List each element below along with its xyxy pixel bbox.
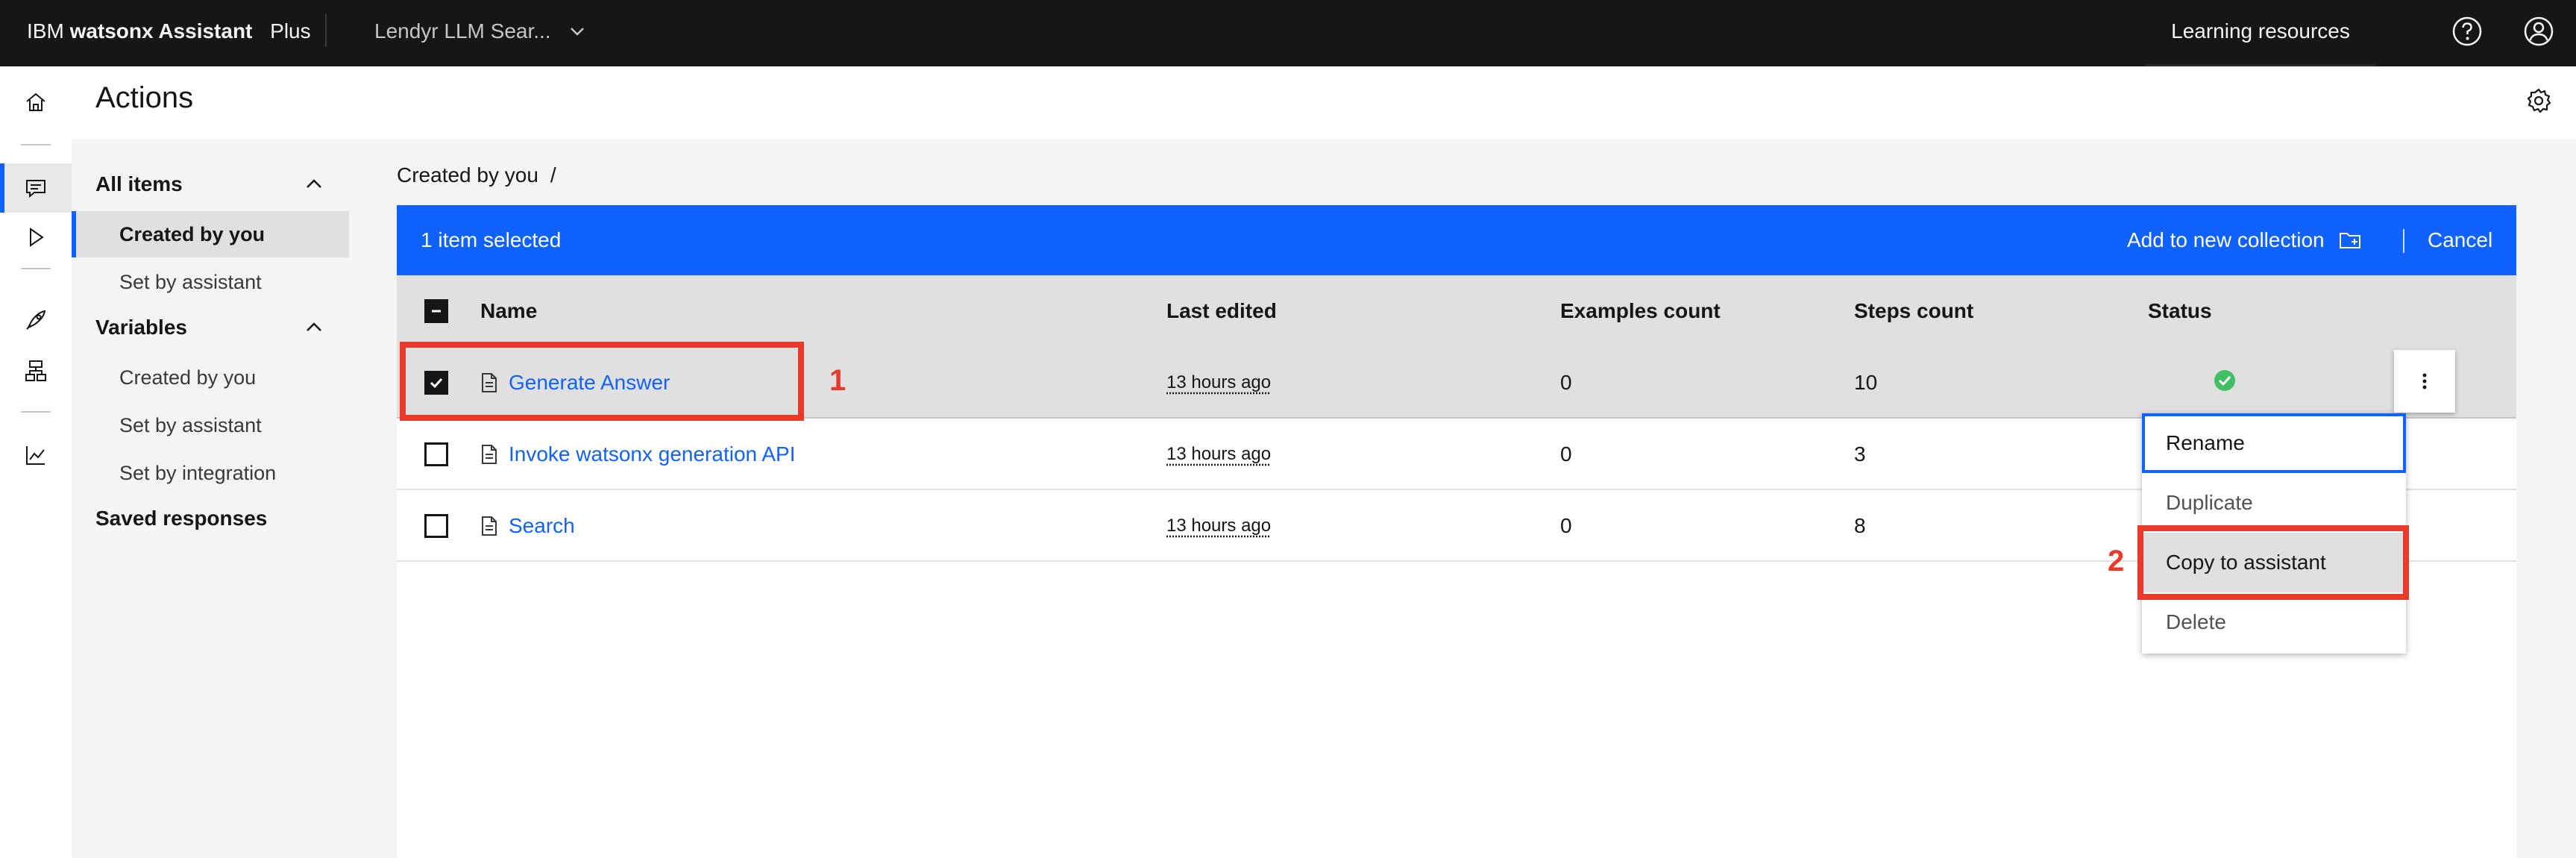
overflow-menu-vertical-icon <box>2422 373 2427 389</box>
steps-count: 3 <box>1854 442 1866 466</box>
last-edited-time: 13 hours ago <box>1166 444 1272 464</box>
nav-item-variables-set-by-assistant[interactable]: Set by assistant <box>72 402 349 448</box>
page-header: Actions <box>72 66 2576 140</box>
row-checkbox[interactable] <box>424 442 448 466</box>
actions-chat-icon[interactable] <box>21 173 51 203</box>
overflow-menu-button[interactable] <box>2394 350 2455 413</box>
row-checkbox[interactable] <box>424 514 448 538</box>
nav-section-variables[interactable]: Variables <box>95 316 187 339</box>
column-header-status[interactable]: Status <box>2148 275 2212 347</box>
left-nav-rail <box>0 66 72 858</box>
nav-item-variables-created-by-you[interactable]: Created by you <box>72 354 349 401</box>
document-icon <box>482 445 497 464</box>
annotation-highlight-box <box>400 342 804 421</box>
brand-company: IBM <box>27 19 64 43</box>
breadcrumb-separator: / <box>550 163 556 187</box>
folder-add-icon <box>2339 233 2360 248</box>
annotation-number: 1 <box>829 364 846 397</box>
chevron-up-icon[interactable] <box>303 173 325 195</box>
batch-action-bar: 1 item selected Add to new collection Ca… <box>397 205 2516 275</box>
add-to-new-collection-button[interactable]: Add to new collection <box>2127 205 2362 275</box>
page-title: Actions <box>95 81 194 114</box>
nav-item-created-by-you[interactable]: Created by you <box>72 211 349 257</box>
column-header-examples-count[interactable]: Examples count <box>1560 275 1721 347</box>
action-name: Invoke watsonx generation API <box>509 442 796 466</box>
annotation-highlight-box <box>2137 525 2409 600</box>
steps-count: 10 <box>1854 371 1878 394</box>
column-header-last-edited[interactable]: Last edited <box>1166 275 1277 347</box>
nav-item-variables-set-by-integration[interactable]: Set by integration <box>72 450 349 496</box>
user-avatar-icon[interactable] <box>2522 15 2555 48</box>
brand-plan: Plus <box>270 19 311 43</box>
table-header: Name Last edited Examples count Steps co… <box>397 275 2516 347</box>
menu-item-rename[interactable]: Rename <box>2142 413 2406 473</box>
examples-count: 0 <box>1560 371 1572 394</box>
nav-item-set-by-assistant[interactable]: Set by assistant <box>72 259 349 305</box>
breadcrumb-item[interactable]: Created by you <box>397 163 538 187</box>
steps-count: 8 <box>1854 514 1866 537</box>
examples-count: 0 <box>1560 442 1572 466</box>
menu-item-duplicate[interactable]: Duplicate <box>2142 473 2406 533</box>
actions-side-nav: All items Created by you Set by assistan… <box>72 140 349 858</box>
action-name-link[interactable]: Search <box>480 490 575 562</box>
checkmark-filled-icon <box>2214 370 2235 391</box>
analytics-chart-icon[interactable] <box>21 440 51 470</box>
annotation-number: 2 <box>2108 545 2125 577</box>
product-brand[interactable]: IBM watsonx Assistant Plus <box>27 0 311 66</box>
select-all-checkbox[interactable] <box>424 299 448 323</box>
gear-icon[interactable] <box>2525 87 2555 117</box>
menu-item-delete[interactable]: Delete <box>2142 592 2406 652</box>
breadcrumb: Created by you / <box>397 163 556 187</box>
rail-divider <box>21 268 51 269</box>
top-bar: IBM watsonx Assistant Plus Lendyr LLM Se… <box>0 0 2576 66</box>
chevron-up-icon[interactable] <box>303 316 325 339</box>
assistant-switcher[interactable]: Lendyr LLM Sear... <box>374 0 587 62</box>
nav-section-saved-responses[interactable]: Saved responses <box>95 507 267 530</box>
assistant-name: Lendyr LLM Sear... <box>374 19 551 43</box>
last-edited-time: 13 hours ago <box>1166 516 1272 536</box>
help-icon[interactable] <box>2451 15 2484 48</box>
column-header-steps-count[interactable]: Steps count <box>1854 275 1973 347</box>
environments-icon[interactable] <box>21 356 51 386</box>
rail-divider <box>21 411 51 413</box>
action-name: Search <box>509 514 575 537</box>
preview-play-icon[interactable] <box>21 222 51 252</box>
chevron-down-icon <box>570 27 584 36</box>
batch-divider <box>2403 229 2404 253</box>
home-icon[interactable] <box>21 87 51 117</box>
column-header-name[interactable]: Name <box>480 275 537 347</box>
learning-resources-button[interactable]: Learning resources <box>2145 0 2376 66</box>
examples-count: 0 <box>1560 514 1572 537</box>
rail-divider <box>21 144 51 145</box>
brand-product: watsonx Assistant <box>69 19 253 43</box>
publish-rocket-icon[interactable] <box>21 305 51 335</box>
cancel-button[interactable]: Cancel <box>2428 205 2492 275</box>
selected-count: 1 item selected <box>421 228 562 251</box>
last-edited-time: 13 hours ago <box>1166 372 1272 392</box>
topbar-divider <box>325 13 327 47</box>
nav-section-all-items[interactable]: All items <box>95 172 183 196</box>
document-icon <box>482 516 497 536</box>
action-name-link[interactable]: Invoke watsonx generation API <box>480 419 795 490</box>
add-to-new-collection-label: Add to new collection <box>2127 228 2325 251</box>
